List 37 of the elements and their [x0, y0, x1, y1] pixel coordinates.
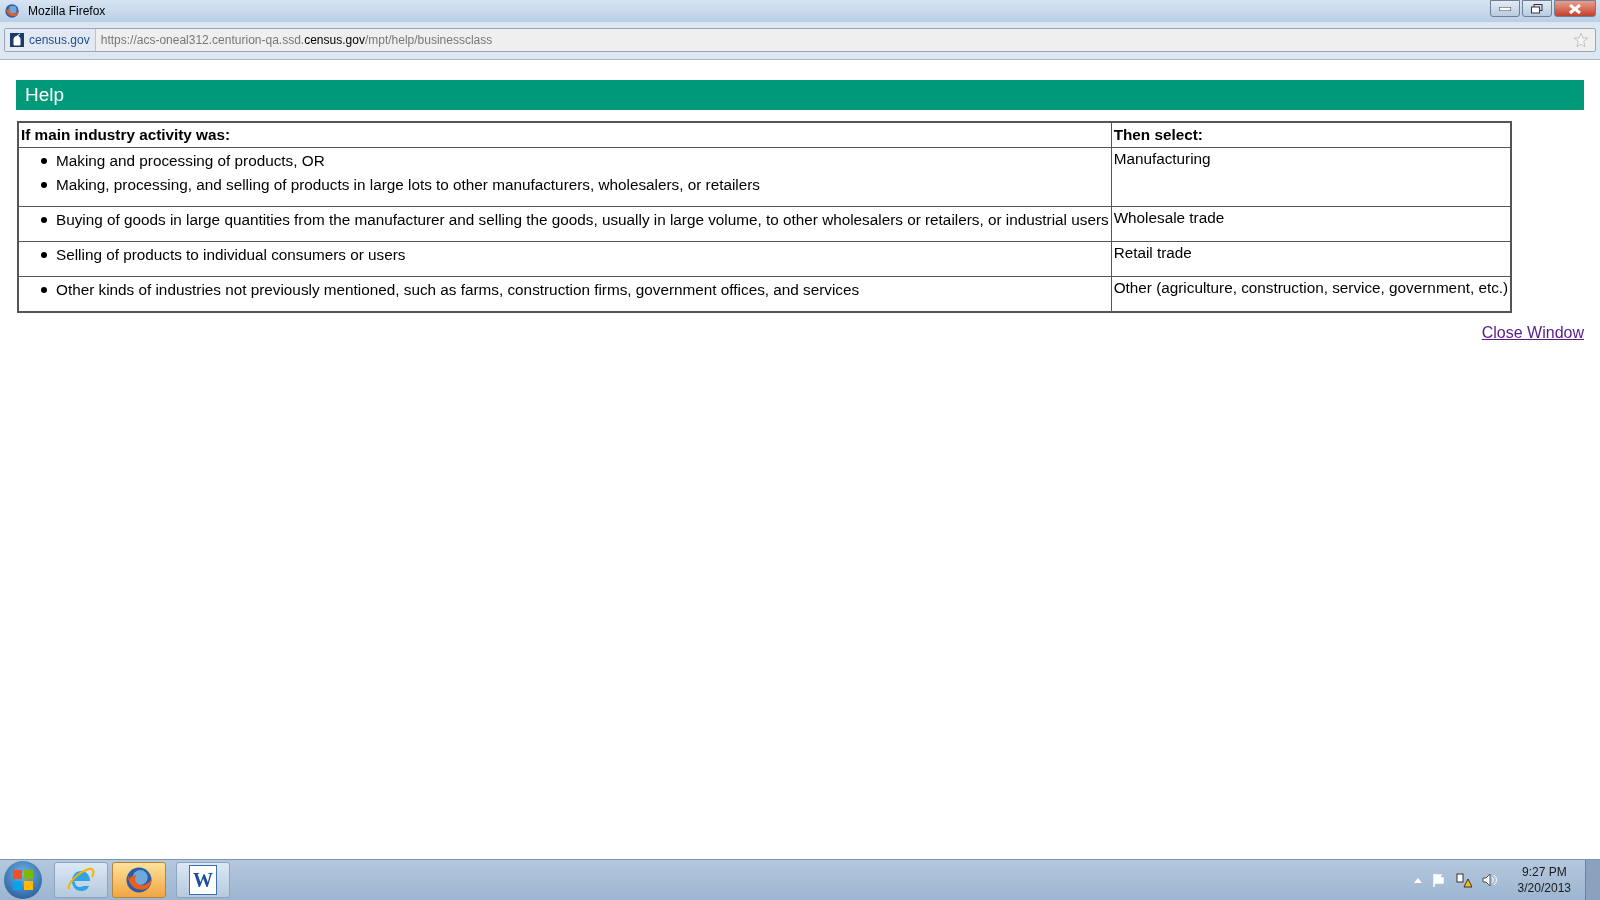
activity-text: Selling of products to individual consumers or users — [56, 246, 406, 264]
clock-date[interactable]: 3/20/2013 — [1517, 880, 1571, 896]
address-field[interactable]: census.gov https://acs-oneal312.centurion-qa.ssd.census.gov/mpt/help/businessclass — [4, 28, 1596, 52]
bullet-icon — [41, 158, 47, 164]
speaker-icon[interactable] — [1481, 873, 1498, 887]
taskbar-app-button[interactable] — [54, 862, 108, 898]
firefox-icon — [4, 3, 20, 19]
restore-icon — [1531, 3, 1543, 14]
activity-text: Other kinds of industries not previously mentioned, such as farms, construction firms, government offices, and services — [56, 281, 860, 299]
restore-button[interactable] — [1522, 0, 1552, 17]
bullet-icon — [41, 182, 47, 188]
clock-time[interactable]: 9:27 PM — [1517, 864, 1571, 880]
bullet-icon — [41, 252, 47, 258]
bullet-icon — [41, 287, 47, 293]
bullet-icon — [41, 217, 47, 223]
helmet-logo-icon — [10, 33, 24, 47]
close-window-link[interactable]: Close Window — [1481, 324, 1584, 342]
help-header: Help — [16, 80, 1584, 110]
document-w-icon: W — [189, 865, 217, 895]
close-button[interactable] — [1554, 0, 1596, 17]
activity-text: Making and processing of products, OR — [56, 152, 325, 170]
close-icon — [1569, 3, 1581, 14]
taskbar-app-button[interactable] — [112, 862, 166, 898]
activity-text: Buying of goods in large quantities from the manufacturer and selling the goods, usually in large volume, to other wholesalers or retailers, or industrial users — [56, 211, 1109, 229]
site-identity-button[interactable]: census.gov — [5, 29, 96, 51]
activity-text: Making, processing, and selling of products in large lots to other manufacturers, wholesalers, or retailers — [56, 176, 760, 194]
minimize-icon — [1499, 6, 1511, 11]
windows-logo-icon — [12, 869, 34, 891]
minimize-button[interactable] — [1490, 0, 1520, 17]
network-warning-icon[interactable] — [1455, 872, 1472, 888]
column-header: If main industry activity was: — [18, 122, 1112, 148]
firefox-icon — [124, 865, 154, 895]
start-button[interactable] — [4, 861, 42, 899]
window-title: Mozilla Firefox — [28, 4, 107, 18]
bookmark-star-icon[interactable] — [1573, 32, 1589, 48]
taskbar-app-button[interactable]: W — [176, 862, 230, 898]
url-text: https://acs-oneal312.centurion-qa.ssd.census.gov/mpt/help/businessclass — [99, 33, 494, 47]
